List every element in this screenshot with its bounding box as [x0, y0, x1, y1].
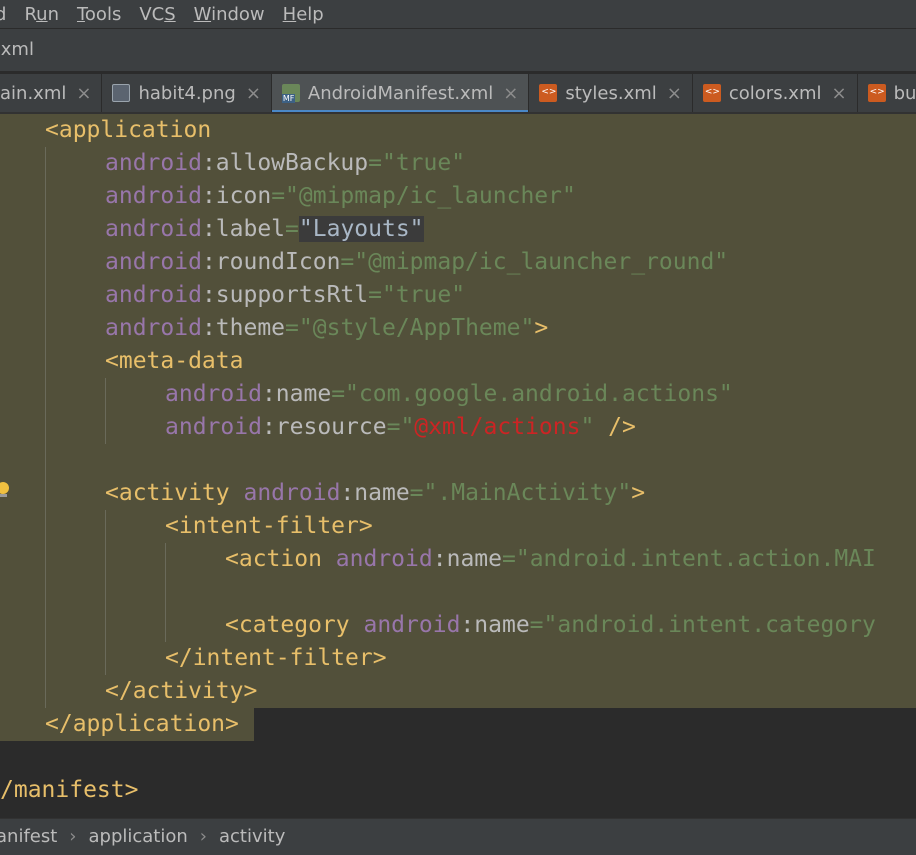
editor-tabs: ain.xml × habit4.png × AndroidManifest.x… [0, 74, 916, 114]
tab-label: habit4.png [138, 82, 236, 104]
code-editor[interactable]: <application android:allowBackup="true" … [0, 114, 916, 818]
tab-androidmanifest-xml[interactable]: AndroidManifest.xml × [271, 74, 530, 112]
tab-label: styles.xml [565, 82, 657, 104]
manifest-file-icon [281, 84, 300, 103]
tab-label: butto [893, 82, 916, 104]
code-line-5: android:roundIcon="@mipmap/ic_launcher_r… [105, 249, 729, 275]
code-line-3: android:icon="@mipmap/ic_launcher" [105, 183, 576, 209]
code-line-2: android:allowBackup="true" [105, 150, 466, 176]
tab-main-xml[interactable]: ain.xml × [0, 74, 103, 112]
menu-item-tools[interactable]: Tools [77, 4, 121, 25]
selected-text: "Layouts" [298, 216, 424, 242]
code-line-14: <action android:name="android.intent.act… [225, 546, 876, 572]
menu-item-run[interactable]: Run [24, 4, 59, 25]
menu-item-help[interactable]: Help [283, 4, 324, 25]
indent-guide [105, 510, 106, 675]
indent-guide [165, 543, 166, 642]
menu-item-window[interactable]: Window [194, 4, 265, 25]
xml-file-icon [867, 84, 886, 102]
menu-bar: d Run Tools VCS Window Help [0, 0, 916, 28]
close-icon[interactable]: × [667, 83, 682, 104]
close-icon[interactable]: × [832, 83, 847, 104]
menu-item-build[interactable]: d [0, 4, 6, 25]
breadcrumb-item-activity[interactable]: activity [219, 819, 285, 855]
breadcrumb-item-manifest[interactable]: anifest [0, 819, 57, 855]
lightbulb-icon[interactable] [0, 482, 10, 498]
code-line-8: <meta-data [105, 348, 244, 374]
tab-label: AndroidManifest.xml [307, 82, 494, 104]
tab-colors-xml[interactable]: colors.xml × [693, 74, 858, 112]
unresolved-reference: @xml/actions [414, 414, 581, 440]
code-line-10: android:resource="@xml/actions" /> [165, 414, 636, 440]
code-line-12: <activity android:name=".MainActivity"> [105, 480, 646, 506]
tab-button-xml[interactable]: butto [858, 74, 916, 112]
code-line-21: /manifest> [0, 777, 139, 803]
code-line-4: android:label="Layouts" [105, 216, 424, 242]
code-token: <application [45, 117, 212, 143]
tab-label: ain.xml [0, 82, 67, 104]
code-line-1: <application [45, 114, 211, 147]
breadcrumb-separator: › [69, 826, 77, 847]
close-icon[interactable]: × [76, 83, 91, 104]
tab-habit4-png[interactable]: habit4.png × [102, 74, 272, 112]
code-line-6: android:supportsRtl="true" [105, 282, 466, 308]
code-line-18: </activity> [105, 678, 258, 704]
xml-file-icon [539, 84, 558, 102]
code-line-7: android:theme="@style/AppTheme"> [105, 315, 549, 341]
menu-item-vcs[interactable]: VCS [139, 4, 175, 25]
close-icon[interactable]: × [246, 83, 261, 104]
tab-styles-xml[interactable]: styles.xml × [529, 74, 693, 112]
code-line-17: </intent-filter> [165, 645, 387, 671]
tab-label: colors.xml [728, 82, 822, 104]
navigation-bar: t.xml [0, 29, 916, 72]
code-line-16: <category android:name="android.intent.c… [225, 612, 876, 638]
code-line-19: </application> [45, 711, 239, 737]
breadcrumb-item-application[interactable]: application [89, 819, 188, 855]
code-line-9: android:name="com.google.android.actions… [165, 381, 733, 407]
code-line-13: <intent-filter> [165, 513, 373, 539]
image-file-icon [112, 84, 131, 102]
indent-guide [45, 147, 46, 708]
xml-file-icon [702, 84, 721, 102]
close-icon[interactable]: × [503, 83, 518, 104]
breadcrumb: anifest › application › activity [0, 818, 916, 855]
breadcrumb-separator: › [199, 826, 207, 847]
indent-guide [105, 378, 106, 444]
navigation-file-name[interactable]: t.xml [0, 29, 34, 71]
